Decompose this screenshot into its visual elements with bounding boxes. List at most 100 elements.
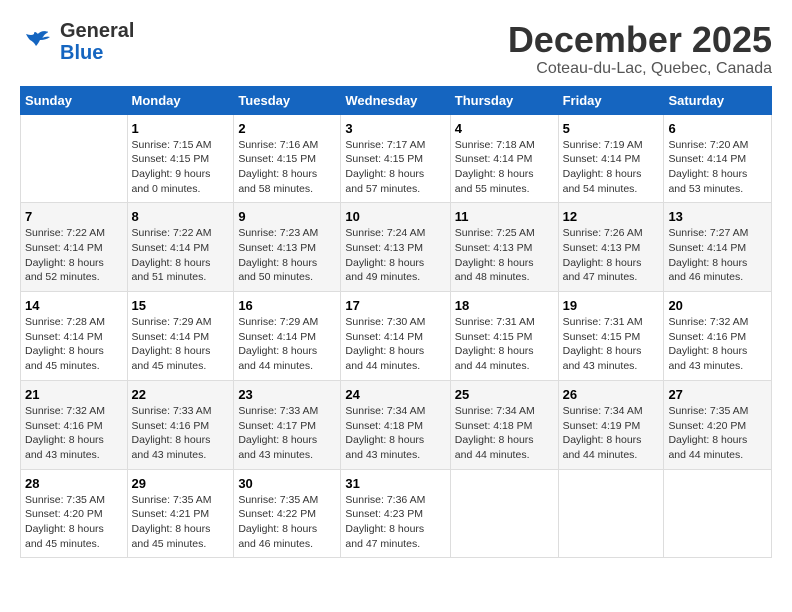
cell-info: Sunrise: 7:22 AM Sunset: 4:14 PM Dayligh… — [132, 226, 230, 285]
calendar-cell: 2 Sunrise: 7:16 AM Sunset: 4:15 PM Daylig… — [234, 114, 341, 203]
calendar-cell: 26Sunrise: 7:34 AM Sunset: 4:19 PM Dayli… — [558, 380, 664, 469]
calendar-cell: 3Sunrise: 7:17 AM Sunset: 4:15 PM Daylig… — [341, 114, 450, 203]
calendar-cell: 10 Sunrise: 7:24 AM Sunset: 4:13 PM Dayli… — [341, 203, 450, 292]
week-row-1: 1 Sunrise: 7:15 AM Sunset: 4:15 PM Daylig… — [21, 114, 772, 203]
cell-info: Sunrise: 7:26 AM Sunset: 4:13 PM Dayligh… — [563, 226, 660, 285]
day-header-monday: Monday — [127, 86, 234, 114]
calendar-cell: 16 Sunrise: 7:29 AM Sunset: 4:14 PM Dayli… — [234, 292, 341, 381]
calendar-cell: 31 Sunrise: 7:36 AM Sunset: 4:23 PM Dayli… — [341, 469, 450, 558]
calendar-cell: 25Sunrise: 7:34 AM Sunset: 4:18 PM Dayli… — [450, 380, 558, 469]
week-row-5: 28Sunrise: 7:35 AM Sunset: 4:20 PM Dayli… — [21, 469, 772, 558]
day-number: 25 — [455, 387, 554, 402]
cell-info: Sunrise: 7:32 AM Sunset: 4:16 PM Dayligh… — [668, 315, 767, 374]
day-number: 27 — [668, 387, 767, 402]
day-number: 5 — [563, 121, 660, 136]
day-number: 4 — [455, 121, 554, 136]
day-number: 15 — [132, 298, 230, 313]
day-number: 14 — [25, 298, 123, 313]
cell-info: Sunrise: 7:15 AM Sunset: 4:15 PM Dayligh… — [132, 138, 230, 197]
day-number: 30 — [238, 476, 336, 491]
day-number: 6 — [668, 121, 767, 136]
day-number: 16 — [238, 298, 336, 313]
cell-info: Sunrise: 7:29 AM Sunset: 4:14 PM Dayligh… — [132, 315, 230, 374]
calendar-cell: 9Sunrise: 7:23 AM Sunset: 4:13 PM Daylig… — [234, 203, 341, 292]
calendar-cell: 20 Sunrise: 7:32 AM Sunset: 4:16 PM Dayli… — [664, 292, 772, 381]
day-header-saturday: Saturday — [664, 86, 772, 114]
cell-info: Sunrise: 7:33 AM Sunset: 4:16 PM Dayligh… — [132, 404, 230, 463]
day-number: 10 — [345, 209, 445, 224]
day-number: 21 — [25, 387, 123, 402]
day-number: 20 — [668, 298, 767, 313]
calendar-cell — [21, 114, 128, 203]
cell-info: Sunrise: 7:16 AM Sunset: 4:15 PM Dayligh… — [238, 138, 336, 197]
day-number: 29 — [132, 476, 230, 491]
calendar-subtitle: Coteau-du-Lac, Quebec, Canada — [508, 60, 772, 78]
day-number: 2 — [238, 121, 336, 136]
day-number: 13 — [668, 209, 767, 224]
cell-info: Sunrise: 7:17 AM Sunset: 4:15 PM Dayligh… — [345, 138, 445, 197]
calendar-cell: 29 Sunrise: 7:35 AM Sunset: 4:21 PM Dayli… — [127, 469, 234, 558]
day-header-tuesday: Tuesday — [234, 86, 341, 114]
calendar-cell: 8 Sunrise: 7:22 AM Sunset: 4:14 PM Daylig… — [127, 203, 234, 292]
day-number: 31 — [345, 476, 445, 491]
day-number: 28 — [25, 476, 123, 491]
calendar-cell: 11Sunrise: 7:25 AM Sunset: 4:13 PM Dayli… — [450, 203, 558, 292]
calendar-title: December 2025 — [508, 20, 772, 60]
cell-info: Sunrise: 7:35 AM Sunset: 4:20 PM Dayligh… — [668, 404, 767, 463]
cell-info: Sunrise: 7:35 AM Sunset: 4:22 PM Dayligh… — [238, 493, 336, 552]
calendar-cell: 24 Sunrise: 7:34 AM Sunset: 4:18 PM Dayli… — [341, 380, 450, 469]
day-header-wednesday: Wednesday — [341, 86, 450, 114]
calendar-cell: 1 Sunrise: 7:15 AM Sunset: 4:15 PM Daylig… — [127, 114, 234, 203]
calendar-cell: 12 Sunrise: 7:26 AM Sunset: 4:13 PM Dayli… — [558, 203, 664, 292]
title-block: December 2025 Coteau-du-Lac, Quebec, Can… — [508, 20, 772, 78]
cell-info: Sunrise: 7:35 AM Sunset: 4:21 PM Dayligh… — [132, 493, 230, 552]
week-row-4: 21 Sunrise: 7:32 AM Sunset: 4:16 PM Dayli… — [21, 380, 772, 469]
calendar-cell: 14Sunrise: 7:28 AM Sunset: 4:14 PM Dayli… — [21, 292, 128, 381]
calendar-cell: 27 Sunrise: 7:35 AM Sunset: 4:20 PM Dayli… — [664, 380, 772, 469]
cell-info: Sunrise: 7:27 AM Sunset: 4:14 PM Dayligh… — [668, 226, 767, 285]
cell-info: Sunrise: 7:34 AM Sunset: 4:18 PM Dayligh… — [345, 404, 445, 463]
day-number: 8 — [132, 209, 230, 224]
days-header-row: SundayMondayTuesdayWednesdayThursdayFrid… — [21, 86, 772, 114]
day-number: 1 — [132, 121, 230, 136]
cell-info: Sunrise: 7:30 AM Sunset: 4:14 PM Dayligh… — [345, 315, 445, 374]
cell-info: Sunrise: 7:29 AM Sunset: 4:14 PM Dayligh… — [238, 315, 336, 374]
cell-info: Sunrise: 7:25 AM Sunset: 4:13 PM Dayligh… — [455, 226, 554, 285]
day-number: 24 — [345, 387, 445, 402]
cell-info: Sunrise: 7:32 AM Sunset: 4:16 PM Dayligh… — [25, 404, 123, 463]
calendar-cell: 17 Sunrise: 7:30 AM Sunset: 4:14 PM Dayli… — [341, 292, 450, 381]
calendar-cell — [664, 469, 772, 558]
week-row-3: 14Sunrise: 7:28 AM Sunset: 4:14 PM Dayli… — [21, 292, 772, 381]
calendar-cell — [450, 469, 558, 558]
logo: General Blue — [20, 20, 134, 64]
cell-info: Sunrise: 7:19 AM Sunset: 4:14 PM Dayligh… — [563, 138, 660, 197]
calendar-cell: 5 Sunrise: 7:19 AM Sunset: 4:14 PM Daylig… — [558, 114, 664, 203]
calendar-cell: 6 Sunrise: 7:20 AM Sunset: 4:14 PM Daylig… — [664, 114, 772, 203]
day-number: 17 — [345, 298, 445, 313]
week-row-2: 7Sunrise: 7:22 AM Sunset: 4:14 PM Daylig… — [21, 203, 772, 292]
day-header-thursday: Thursday — [450, 86, 558, 114]
cell-info: Sunrise: 7:23 AM Sunset: 4:13 PM Dayligh… — [238, 226, 336, 285]
logo-blue: Blue — [60, 42, 134, 64]
calendar-cell: 13 Sunrise: 7:27 AM Sunset: 4:14 PM Dayli… — [664, 203, 772, 292]
day-header-friday: Friday — [558, 86, 664, 114]
logo-general: General — [60, 20, 134, 42]
calendar-cell: 7Sunrise: 7:22 AM Sunset: 4:14 PM Daylig… — [21, 203, 128, 292]
cell-info: Sunrise: 7:22 AM Sunset: 4:14 PM Dayligh… — [25, 226, 123, 285]
day-header-sunday: Sunday — [21, 86, 128, 114]
day-number: 23 — [238, 387, 336, 402]
calendar-cell: 28Sunrise: 7:35 AM Sunset: 4:20 PM Dayli… — [21, 469, 128, 558]
cell-info: Sunrise: 7:36 AM Sunset: 4:23 PM Dayligh… — [345, 493, 445, 552]
cell-info: Sunrise: 7:31 AM Sunset: 4:15 PM Dayligh… — [563, 315, 660, 374]
calendar-cell: 4Sunrise: 7:18 AM Sunset: 4:14 PM Daylig… — [450, 114, 558, 203]
cell-info: Sunrise: 7:24 AM Sunset: 4:13 PM Dayligh… — [345, 226, 445, 285]
day-number: 22 — [132, 387, 230, 402]
calendar-cell: 15 Sunrise: 7:29 AM Sunset: 4:14 PM Dayli… — [127, 292, 234, 381]
day-number: 12 — [563, 209, 660, 224]
cell-info: Sunrise: 7:20 AM Sunset: 4:14 PM Dayligh… — [668, 138, 767, 197]
calendar-cell: 23 Sunrise: 7:33 AM Sunset: 4:17 PM Dayli… — [234, 380, 341, 469]
cell-info: Sunrise: 7:33 AM Sunset: 4:17 PM Dayligh… — [238, 404, 336, 463]
day-number: 18 — [455, 298, 554, 313]
calendar-cell: 30 Sunrise: 7:35 AM Sunset: 4:22 PM Dayli… — [234, 469, 341, 558]
calendar-cell — [558, 469, 664, 558]
